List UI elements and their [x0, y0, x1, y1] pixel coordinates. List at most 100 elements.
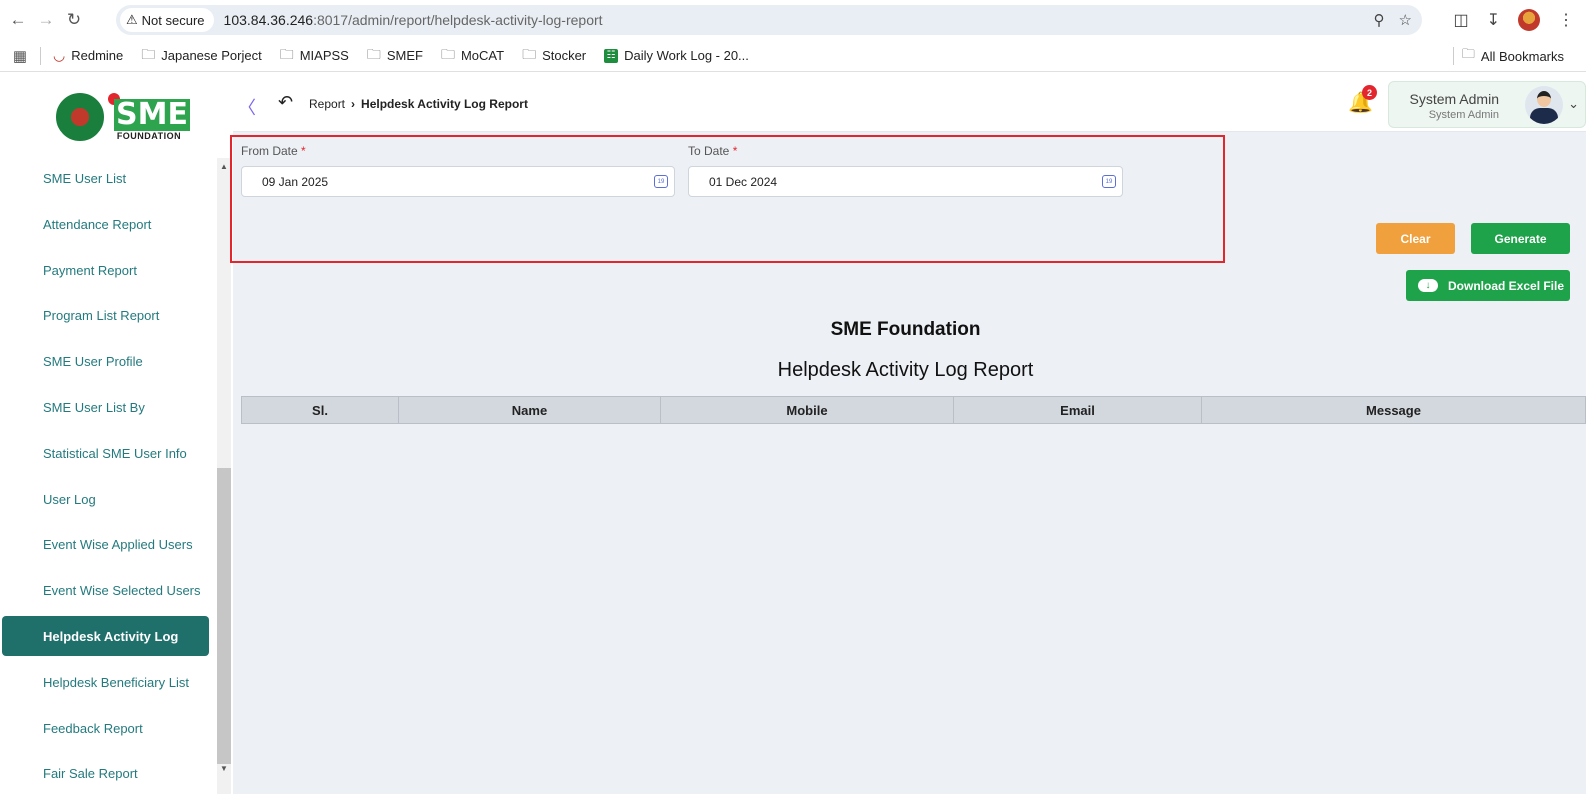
address-bar[interactable]: ⚠ Not secure 103.84.36.246:8017/admin/re…: [116, 5, 1422, 35]
sidebar-item-user-log[interactable]: User Log: [2, 479, 209, 519]
generate-button[interactable]: Generate: [1471, 223, 1570, 254]
breadcrumb-current: Helpdesk Activity Log Report: [361, 97, 528, 111]
bookmark-stocker[interactable]: 🗀 Stocker: [522, 44, 586, 68]
all-bookmarks-label: All Bookmarks: [1480, 48, 1564, 64]
sidebar-item-event-wise-applied-users[interactable]: Event Wise Applied Users: [2, 524, 209, 564]
bookmark-label: Redmine: [71, 48, 124, 63]
bookmarks-divider: [40, 46, 41, 65]
sidebar-item-label: Statistical SME User Info: [43, 445, 187, 461]
folder-icon: 🗀: [1461, 46, 1475, 61]
extensions-icon[interactable]: ◫: [1453, 10, 1468, 30]
sidebar-item-label: SME User List By: [43, 399, 145, 415]
all-bookmarks[interactable]: 🗀 All Bookmarks: [1462, 40, 1564, 72]
to-date-input[interactable]: 01 Dec 2024 19: [688, 166, 1123, 197]
report-table: Sl. Name Mobile Email Message: [241, 396, 1586, 424]
sidebar-item-payment-report[interactable]: Payment Report: [2, 250, 209, 290]
sidebar-item-label: SME User Profile: [43, 353, 143, 369]
sidebar-item-program-list-report[interactable]: Program List Report: [2, 295, 209, 335]
security-chip[interactable]: ⚠ Not secure: [120, 8, 214, 32]
download-icon[interactable]: ↧: [1487, 10, 1500, 30]
sidebar-item-helpdesk-beneficiary-list[interactable]: Helpdesk Beneficiary List: [2, 662, 209, 702]
logo-text: SME: [114, 97, 190, 132]
clear-button[interactable]: Clear: [1376, 223, 1455, 254]
warning-icon: ⚠: [126, 12, 138, 27]
sidebar-scroll-thumb[interactable]: [217, 468, 231, 764]
sidebar-item-label: SME User List: [43, 170, 127, 186]
sidebar-menu: SME User List Attendance Report Payment Re…: [0, 158, 214, 794]
required-mark: *: [301, 144, 306, 158]
report-title: Helpdesk Activity Log Report: [777, 359, 1034, 381]
chevron-down-icon: ⌄: [1568, 96, 1579, 111]
sme-foundation-logo[interactable]: SME FOUNDATION: [108, 93, 190, 141]
user-menu[interactable]: System Admin System Admin ⌄: [1388, 81, 1586, 128]
sidebar-item-event-wise-selected-users[interactable]: Event Wise Selected Users: [2, 570, 209, 610]
app-header: 〈 ↶ Report › Helpdesk Activity Log Repor…: [0, 76, 1586, 132]
sidebar-item-label: Attendance Report: [43, 216, 152, 232]
reload-icon[interactable]: ↻: [60, 6, 88, 34]
sheets-icon: ☷: [604, 48, 619, 63]
sidebar-item-fair-sale-report[interactable]: Fair Sale Report: [2, 753, 209, 793]
back-arrow-icon[interactable]: ←: [4, 6, 32, 34]
sidebar-item-label: Event Wise Selected Users: [43, 582, 201, 598]
redmine-icon: ◡: [53, 47, 66, 63]
star-icon[interactable]: ☆: [1399, 11, 1412, 29]
bookmarks-divider: [1453, 47, 1454, 65]
bookmark-label: Daily Work Log - 20...: [624, 48, 749, 63]
bookmark-japanese-porject[interactable]: 🗀 Japanese Porject: [141, 44, 261, 68]
apps-grid-icon[interactable]: ▦: [0, 47, 40, 65]
breadcrumb: Report › Helpdesk Activity Log Report: [309, 97, 528, 111]
download-excel-label: Download Excel File: [1448, 278, 1565, 293]
government-emblem-logo: [56, 93, 104, 141]
sidebar-collapse-icon[interactable]: 〈: [238, 94, 256, 120]
folder-icon: 🗀: [141, 45, 156, 62]
security-label: Not secure: [141, 12, 205, 28]
sidebar-item-statistical-sme-user-info[interactable]: Statistical SME User Info: [2, 433, 209, 473]
sidebar-item-sme-user-list[interactable]: SME User List: [2, 158, 209, 198]
sidebar-item-sme-user-list-by[interactable]: SME User List By: [2, 387, 209, 427]
scroll-down-icon[interactable]: ▼: [219, 764, 229, 773]
table-header-row: Sl. Name Mobile Email Message: [241, 396, 1586, 424]
undo-back-icon[interactable]: ↶: [278, 92, 293, 113]
profile-avatar[interactable]: [1518, 9, 1540, 31]
bookmark-smef[interactable]: 🗀 SMEF: [367, 44, 423, 68]
sidebar-item-attendance-report[interactable]: Attendance Report: [2, 204, 209, 244]
sidebar-item-label: Helpdesk Beneficiary List: [43, 674, 189, 690]
sidebar-item-label: Program List Report: [43, 307, 160, 323]
required-mark: *: [732, 144, 738, 158]
folder-icon: 🗀: [522, 45, 537, 62]
bookmark-label: SMEF: [386, 48, 423, 63]
sidebar-item-label: User Log: [43, 491, 96, 507]
column-header-sl: Sl.: [241, 396, 399, 424]
app-root: 〈 ↶ Report › Helpdesk Activity Log Repor…: [0, 76, 1586, 794]
cloud-download-icon: ↓: [1418, 279, 1438, 292]
sidebar-item-label: Feedback Report: [43, 720, 143, 736]
sidebar-item-helpdesk-activity-log[interactable]: Helpdesk Activity Log: [2, 616, 209, 656]
column-header-mobile: Mobile: [660, 396, 954, 424]
scroll-up-icon[interactable]: ▲: [219, 162, 229, 171]
avatar: [1525, 86, 1563, 124]
from-date-value: 09 Jan 2025: [262, 174, 329, 189]
zoom-icon[interactable]: ⚲: [1374, 11, 1385, 29]
bookmark-mocat[interactable]: 🗀 MoCAT: [441, 44, 504, 68]
bookmark-label: MIAPSS: [299, 48, 349, 63]
sidebar-item-label: Helpdesk Activity Log: [43, 628, 179, 644]
download-excel-button[interactable]: ↓ Download Excel File: [1406, 270, 1570, 301]
forward-arrow-icon[interactable]: →: [32, 6, 60, 34]
sidebar-item-feedback-report[interactable]: Feedback Report: [2, 708, 209, 748]
menu-kebab-icon[interactable]: ⋮: [1558, 10, 1574, 30]
from-date-input[interactable]: 09 Jan 2025 19: [241, 166, 675, 197]
bookmark-label: Stocker: [542, 48, 587, 63]
bookmark-label: MoCAT: [460, 48, 505, 63]
sidebar-item-sme-user-profile[interactable]: SME User Profile: [2, 341, 209, 381]
breadcrumb-parent[interactable]: Report: [309, 97, 345, 111]
column-header-message: Message: [1201, 396, 1586, 424]
bookmark-daily-work-log[interactable]: ☷ Daily Work Log - 20...: [604, 48, 749, 63]
bookmark-redmine[interactable]: ◡ Redmine: [53, 47, 123, 64]
to-date-label-text: To Date: [688, 144, 730, 158]
bookmark-label: Japanese Porject: [161, 48, 262, 63]
calendar-icon[interactable]: 19: [654, 175, 668, 188]
bookmark-miapss[interactable]: 🗀 MIAPSS: [280, 44, 349, 68]
to-date-label: To Date *: [688, 144, 737, 158]
chevron-right-icon: ›: [351, 97, 356, 111]
calendar-icon[interactable]: 19: [1102, 175, 1116, 188]
